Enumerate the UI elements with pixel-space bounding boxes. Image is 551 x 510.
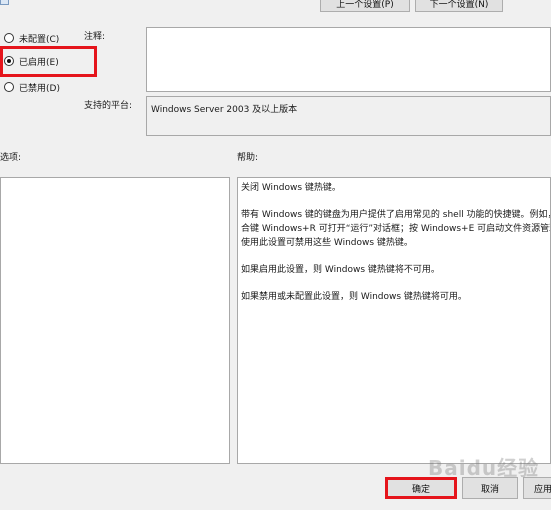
previous-setting-button[interactable]: 上一个设置(P) (320, 0, 410, 12)
supported-platform-field: Windows Server 2003 及以上版本 (146, 96, 551, 136)
help-paragraph: 带有 Windows 键的键盘为用户提供了启用常见的 shell 功能的快捷键。… (241, 210, 551, 248)
radio-not-configured[interactable]: 未配置(C) (4, 30, 59, 46)
next-setting-button[interactable]: 下一个设置(N) (415, 0, 503, 12)
comment-label: 注释: (84, 32, 106, 42)
cancel-button[interactable]: 取消 (462, 477, 518, 499)
radio-label: 未配置(C) (19, 34, 60, 45)
comment-field[interactable] (146, 27, 551, 92)
options-label: 选项: (0, 153, 22, 163)
help-paragraph: 关闭 Windows 键热键。 (241, 183, 341, 193)
apply-button[interactable]: 应用 (523, 477, 551, 499)
supported-platform-label: 支持的平台: (84, 101, 133, 111)
help-panel[interactable]: 关闭 Windows 键热键。 带有 Windows 键的键盘为用户提供了启用常… (237, 177, 551, 464)
radio-disabled[interactable]: 已禁用(D) (4, 79, 60, 95)
help-paragraph: 如果禁用或未配置此设置，则 Windows 键热键将可用。 (241, 292, 467, 302)
help-paragraph: 如果启用此设置，则 Windows 键热键将不可用。 (241, 265, 440, 275)
enabled-highlight-box (0, 46, 97, 77)
radio-circle[interactable] (4, 33, 14, 43)
policy-dialog: 上一个设置(P) 下一个设置(N) 未配置(C) 已启用(E) 已禁用(D) 注… (0, 0, 551, 510)
options-panel (0, 177, 230, 464)
help-label: 帮助: (237, 153, 259, 163)
ok-button[interactable]: 确定 (385, 477, 457, 499)
title-fragment (0, 0, 9, 6)
supported-platform-value: Windows Server 2003 及以上版本 (151, 105, 298, 115)
policy-icon (0, 0, 9, 5)
radio-circle[interactable] (4, 82, 14, 92)
radio-label: 已禁用(D) (19, 83, 60, 94)
